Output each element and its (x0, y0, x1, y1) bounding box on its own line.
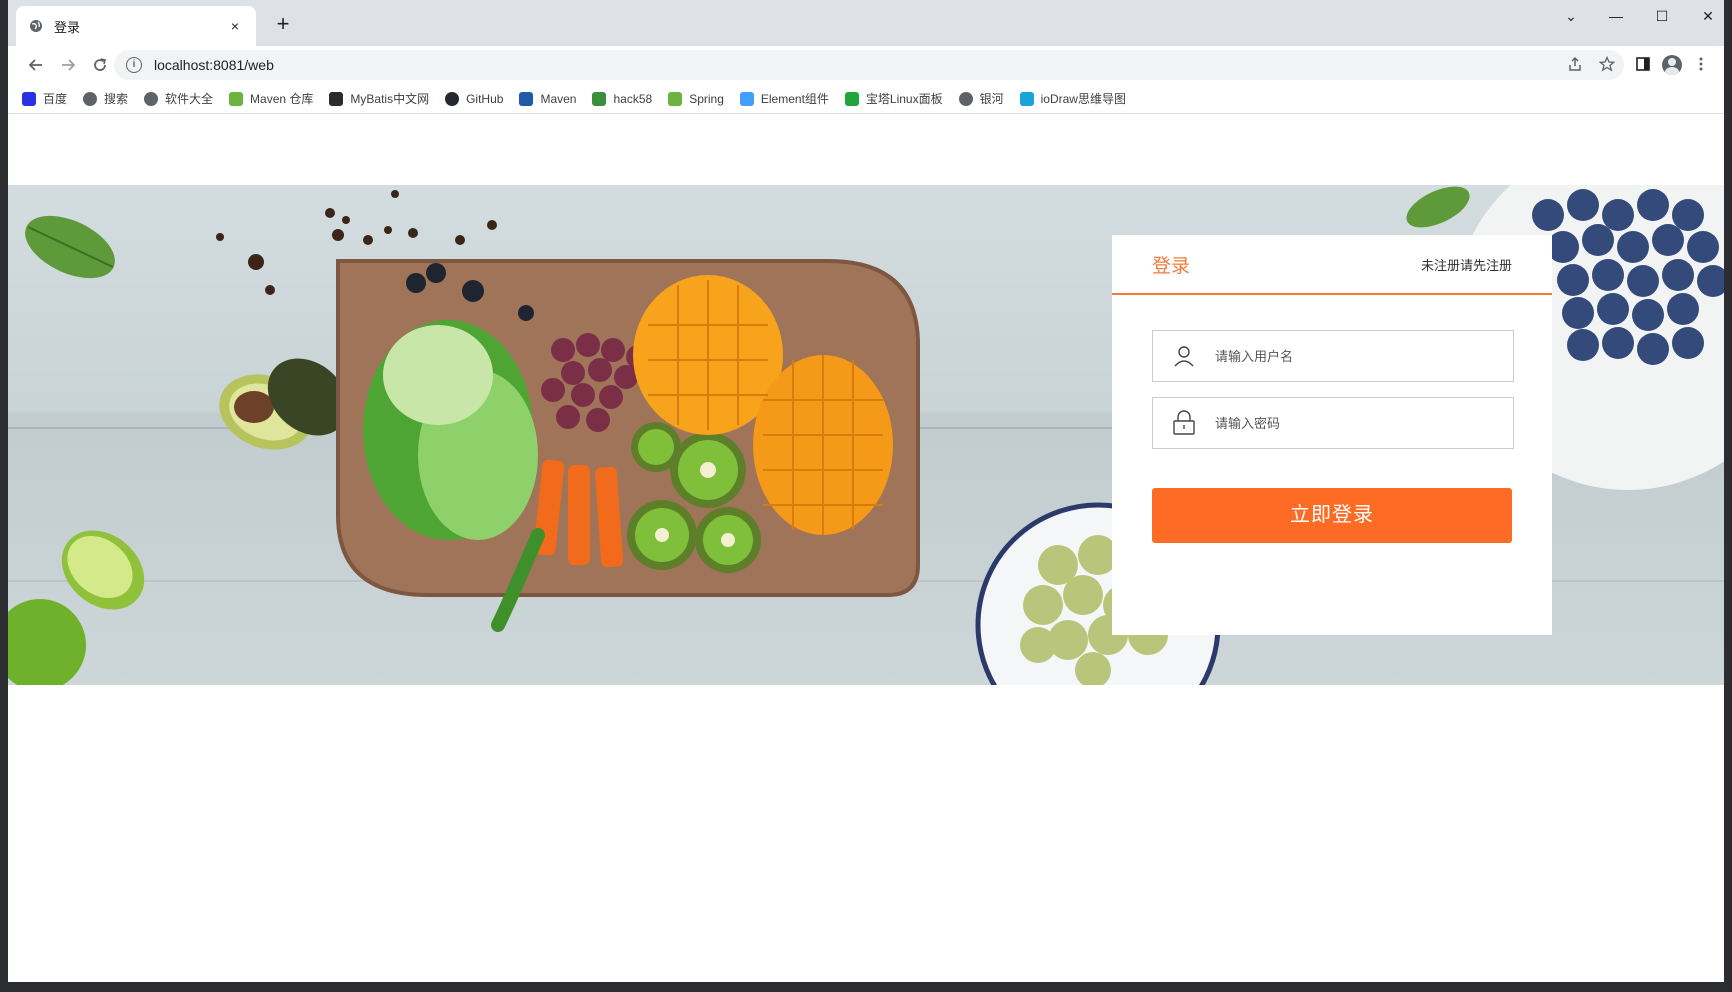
lime-image (8, 530, 145, 685)
bookmark-label: 百度 (43, 92, 68, 106)
bookmark-item[interactable]: MyBatis中文网 (329, 90, 429, 107)
maven-icon (519, 91, 534, 106)
bookmarks-bar: 百度 搜索 软件大全 Maven 仓库 MyBatis中文网 GitHub Maven hac… (8, 84, 1724, 114)
globe-icon (144, 91, 159, 106)
hero-banner: 登录 未注册请先注册 立即登录 (8, 185, 1724, 685)
baidu-icon (22, 91, 36, 106)
login-title: 登录 (1152, 255, 1191, 277)
bookmark-item[interactable]: Maven 仓库 (229, 90, 313, 107)
login-panel: 登录 未注册请先注册 立即登录 (1112, 235, 1552, 635)
bookmark-label: Spring (689, 91, 724, 106)
bookmark-item[interactable]: Maven (519, 91, 577, 106)
back-arrow-icon (28, 59, 42, 71)
bookmark-label: Maven 仓库 (250, 92, 314, 106)
maven-repo-icon (229, 91, 244, 106)
bookmark-item[interactable]: Element组件 (739, 90, 829, 107)
tab-title: 登录 (54, 19, 81, 35)
page-content: 登录 未注册请先注册 立即登录 (8, 115, 1724, 982)
new-tab-button[interactable]: + (270, 12, 296, 38)
tab-close-icon[interactable]: × (226, 18, 244, 34)
github-icon (445, 91, 460, 106)
bookmark-item[interactable]: 银河 (958, 90, 1004, 107)
lock-icon (1153, 398, 1215, 448)
bookmark-label: ioDraw思维导图 (1040, 92, 1126, 106)
bookmark-label: MyBatis中文网 (350, 92, 430, 106)
password-field[interactable] (1152, 397, 1514, 449)
browser-tab[interactable]: 登录 × (16, 6, 256, 46)
bookmark-item[interactable]: 软件大全 (144, 90, 213, 107)
address-bar[interactable]: i localhost:8081/web (114, 50, 1624, 80)
user-icon (1153, 331, 1215, 381)
bookmark-label: 宝塔Linux面板 (865, 92, 943, 106)
bookmark-label: 银河 (979, 92, 1004, 106)
register-link[interactable]: 未注册请先注册 (1421, 255, 1512, 274)
reload-icon (94, 58, 106, 71)
tab-search-icon[interactable]: ⌄ (1548, 4, 1594, 28)
bookmark-item[interactable]: GitHub (445, 91, 504, 106)
baota-icon (844, 91, 859, 106)
globe-icon (83, 91, 98, 106)
browser-window: 登录 × + ⌄ — ☐ ✕ i localhost:8081/web 百度 搜… (8, 0, 1724, 982)
forward-button[interactable] (52, 49, 84, 81)
bookmark-label: Maven (540, 91, 577, 106)
bookmark-label: GitHub (466, 91, 504, 106)
element-icon (739, 91, 754, 106)
profile-avatar[interactable] (1662, 55, 1682, 75)
username-field[interactable] (1152, 330, 1514, 382)
bookmark-item[interactable]: 百度 (22, 90, 67, 107)
spring-icon (668, 91, 683, 106)
maximize-button[interactable]: ☐ (1639, 4, 1685, 28)
back-button[interactable] (20, 49, 52, 81)
forward-arrow-icon (62, 59, 76, 71)
bookmark-item[interactable]: ioDraw思维导图 (1019, 90, 1126, 107)
bookmark-label: 软件大全 (165, 92, 214, 106)
reload-button[interactable] (84, 49, 116, 81)
bookmark-item[interactable]: hack58 (592, 91, 653, 106)
carrots-image (533, 459, 624, 568)
bookmark-label: hack58 (613, 91, 653, 106)
login-submit-button[interactable]: 立即登录 (1152, 488, 1512, 543)
side-panel-icon[interactable] (1634, 56, 1652, 74)
bookmark-item[interactable]: 搜索 (83, 90, 128, 107)
bookmark-label: Element组件 (760, 92, 829, 106)
minimize-button[interactable]: — (1593, 4, 1639, 28)
bookmark-item[interactable]: 宝塔Linux面板 (844, 90, 943, 107)
browser-toolbar: i localhost:8081/web (8, 46, 1724, 84)
mybatis-icon (329, 91, 344, 106)
menu-dots-icon[interactable] (1692, 56, 1710, 74)
site-info-icon[interactable]: i (126, 57, 142, 73)
globe-icon (28, 18, 44, 34)
title-bar: 登录 × + ⌄ — ☐ ✕ (8, 0, 1724, 46)
globe-icon (958, 91, 973, 106)
username-input[interactable] (1215, 331, 1513, 381)
iodraw-icon (1019, 91, 1034, 106)
mint-leaf-image (25, 215, 115, 279)
login-header: 登录 未注册请先注册 (1112, 235, 1552, 295)
password-input[interactable] (1215, 398, 1513, 448)
close-window-button[interactable]: ✕ (1685, 4, 1731, 28)
bookmark-star-icon[interactable] (1598, 55, 1616, 74)
bookmark-item[interactable]: Spring (668, 91, 724, 106)
share-icon[interactable] (1566, 56, 1584, 74)
bookmark-label: 搜索 (104, 92, 129, 106)
url-text: localhost:8081/web (154, 57, 274, 73)
hack58-icon (592, 91, 607, 106)
